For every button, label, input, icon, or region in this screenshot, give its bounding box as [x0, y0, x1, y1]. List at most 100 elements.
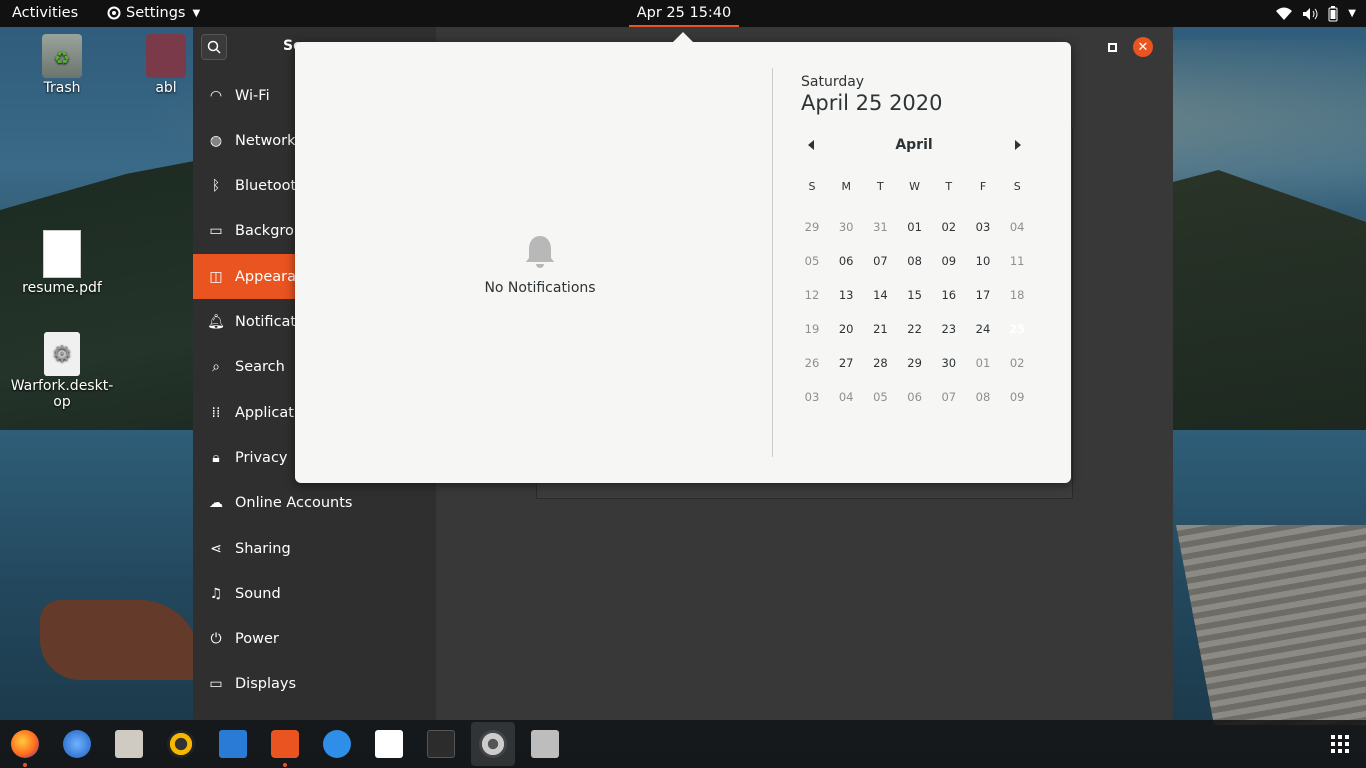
calendar-day[interactable]: 21: [863, 314, 897, 344]
close-icon: ✕: [1137, 39, 1149, 55]
calendar-day[interactable]: 31: [863, 212, 897, 242]
dock-software-button[interactable]: [268, 727, 302, 767]
appearance-icon: ◫: [209, 268, 223, 285]
calendar-weekday[interactable]: Saturday: [801, 74, 1041, 90]
calendar-day[interactable]: 29: [898, 348, 932, 378]
calendar-day[interactable]: 28: [863, 348, 897, 378]
desktop-icon-warfork[interactable]: ⚙ Warfork.deskt-op: [8, 332, 116, 410]
calendar-day[interactable]: 05: [795, 246, 829, 276]
search-button[interactable]: [201, 34, 227, 60]
calendar-day[interactable]: 29: [795, 212, 829, 242]
calendar-day[interactable]: 03: [966, 212, 1000, 242]
sidebar-item-power[interactable]: ⏻ Power: [193, 617, 436, 662]
sidebar-item-label: Network: [235, 132, 296, 149]
calendar-day[interactable]: 03: [795, 382, 829, 412]
calendar-day[interactable]: 05: [863, 382, 897, 412]
gear-icon: [107, 6, 121, 20]
calendar-day[interactable]: 04: [1000, 212, 1034, 242]
calendar-day[interactable]: 09: [932, 246, 966, 276]
calendar-day[interactable]: 01: [966, 348, 1000, 378]
grid-dot: [1345, 735, 1349, 739]
dock-thunderbird-button[interactable]: [60, 727, 94, 761]
desktop-icon-label: abl: [155, 80, 177, 96]
calendar-day[interactable]: 10: [966, 246, 1000, 276]
sidebar-item-label: Notificat: [235, 314, 297, 330]
calendar-day[interactable]: 07: [863, 246, 897, 276]
running-indicator: [23, 763, 27, 767]
calendar-day[interactable]: 08: [898, 246, 932, 276]
calendar-day[interactable]: 27: [829, 348, 863, 378]
system-tray[interactable]: ▼: [1276, 0, 1366, 27]
calendar-day-header: T: [945, 180, 953, 193]
search-icon: [207, 40, 221, 54]
bell-icon: [526, 236, 554, 268]
calendar-day[interactable]: 23: [932, 314, 966, 344]
calendar-day[interactable]: 19: [795, 314, 829, 344]
calendar-popover: No Notifications Saturday April 25 2020 …: [295, 32, 1071, 483]
desktop-icon-resume[interactable]: resume.pdf: [12, 230, 112, 296]
calendar-full-date[interactable]: April 25 2020: [801, 91, 1041, 115]
dock-files-button[interactable]: [112, 727, 146, 761]
calendar-day-header: M: [841, 180, 851, 193]
calendar-day[interactable]: 09: [1000, 382, 1034, 412]
dock-help-button[interactable]: [320, 727, 354, 761]
calendar-day[interactable]: 15: [898, 280, 932, 310]
dock-firefox-button[interactable]: [8, 727, 42, 767]
dock-rhythmbox-button[interactable]: [164, 727, 198, 761]
desktop-icon-trash[interactable]: ♻ Trash: [12, 34, 112, 96]
sidebar-item-display[interactable]: ▭ Displays: [193, 662, 436, 707]
sidebar-item-share[interactable]: ⋖ Sharing: [193, 526, 436, 571]
sidebar-item-music-note[interactable]: ♫ Sound: [193, 571, 436, 616]
dock-archive-button[interactable]: [528, 727, 562, 761]
dock-amazon-button[interactable]: [372, 727, 406, 761]
dock-settings-button[interactable]: [471, 722, 515, 766]
calendar-day[interactable]: 18: [1000, 280, 1034, 310]
calendar-day[interactable]: 08: [966, 382, 1000, 412]
chevron-down-icon: ▼: [192, 7, 201, 19]
popover-divider: [772, 68, 773, 457]
wallpaper-boat: [40, 600, 200, 680]
trash-icon: ♻: [42, 34, 82, 78]
calendar-day[interactable]: 01: [898, 212, 932, 242]
calendar-day[interactable]: 07: [932, 382, 966, 412]
calendar-day[interactable]: 16: [932, 280, 966, 310]
maximize-icon: [1107, 42, 1117, 52]
grid-dot: [1345, 742, 1349, 746]
calendar-day[interactable]: 04: [829, 382, 863, 412]
desktop-icon-folder[interactable]: abl: [136, 34, 196, 96]
dock-writer-button[interactable]: [216, 727, 250, 761]
calendar-day[interactable]: 30: [829, 212, 863, 242]
calendar-day[interactable]: 12: [795, 280, 829, 310]
calendar-day[interactable]: 14: [863, 280, 897, 310]
calendar-day[interactable]: 24: [966, 314, 1000, 344]
help-icon: [323, 730, 351, 758]
calendar-day[interactable]: 11: [1000, 246, 1034, 276]
grid-dot: [1338, 749, 1342, 753]
calendar-day[interactable]: 20: [829, 314, 863, 344]
calendar-day[interactable]: 06: [898, 382, 932, 412]
dock-terminal-button[interactable]: [424, 727, 458, 761]
calendar-day[interactable]: 17: [966, 280, 1000, 310]
calendar-day[interactable]: 02: [932, 212, 966, 242]
pdf-file-icon: [43, 230, 81, 278]
background-icon: ▭: [209, 223, 223, 240]
show-applications-button[interactable]: [1323, 727, 1357, 761]
close-button[interactable]: ✕: [1133, 37, 1153, 57]
activities-button[interactable]: Activities: [12, 5, 78, 21]
calendar-day[interactable]: 02: [1000, 348, 1034, 378]
calendar-day[interactable]: 30: [932, 348, 966, 378]
calendar-day-today[interactable]: 25: [1000, 314, 1034, 344]
maximize-button[interactable]: [1102, 37, 1122, 57]
network-icon: ◍: [209, 132, 223, 149]
clock-button[interactable]: Apr 25 15:40: [629, 0, 739, 27]
calendar-day[interactable]: 13: [829, 280, 863, 310]
calendar-day[interactable]: 22: [898, 314, 932, 344]
dock: [0, 720, 1366, 768]
sidebar-item-cloud[interactable]: ☁ Online Accounts: [193, 481, 436, 526]
top-bar: Activities Settings ▼ Apr 25 15:40 ▼: [0, 0, 1366, 27]
calendar-day[interactable]: 26: [795, 348, 829, 378]
app-menu-button[interactable]: Settings ▼: [106, 5, 200, 21]
chevron-right-icon[interactable]: [1015, 140, 1021, 150]
gear-file-icon: ⚙: [44, 332, 80, 376]
calendar-day[interactable]: 06: [829, 246, 863, 276]
